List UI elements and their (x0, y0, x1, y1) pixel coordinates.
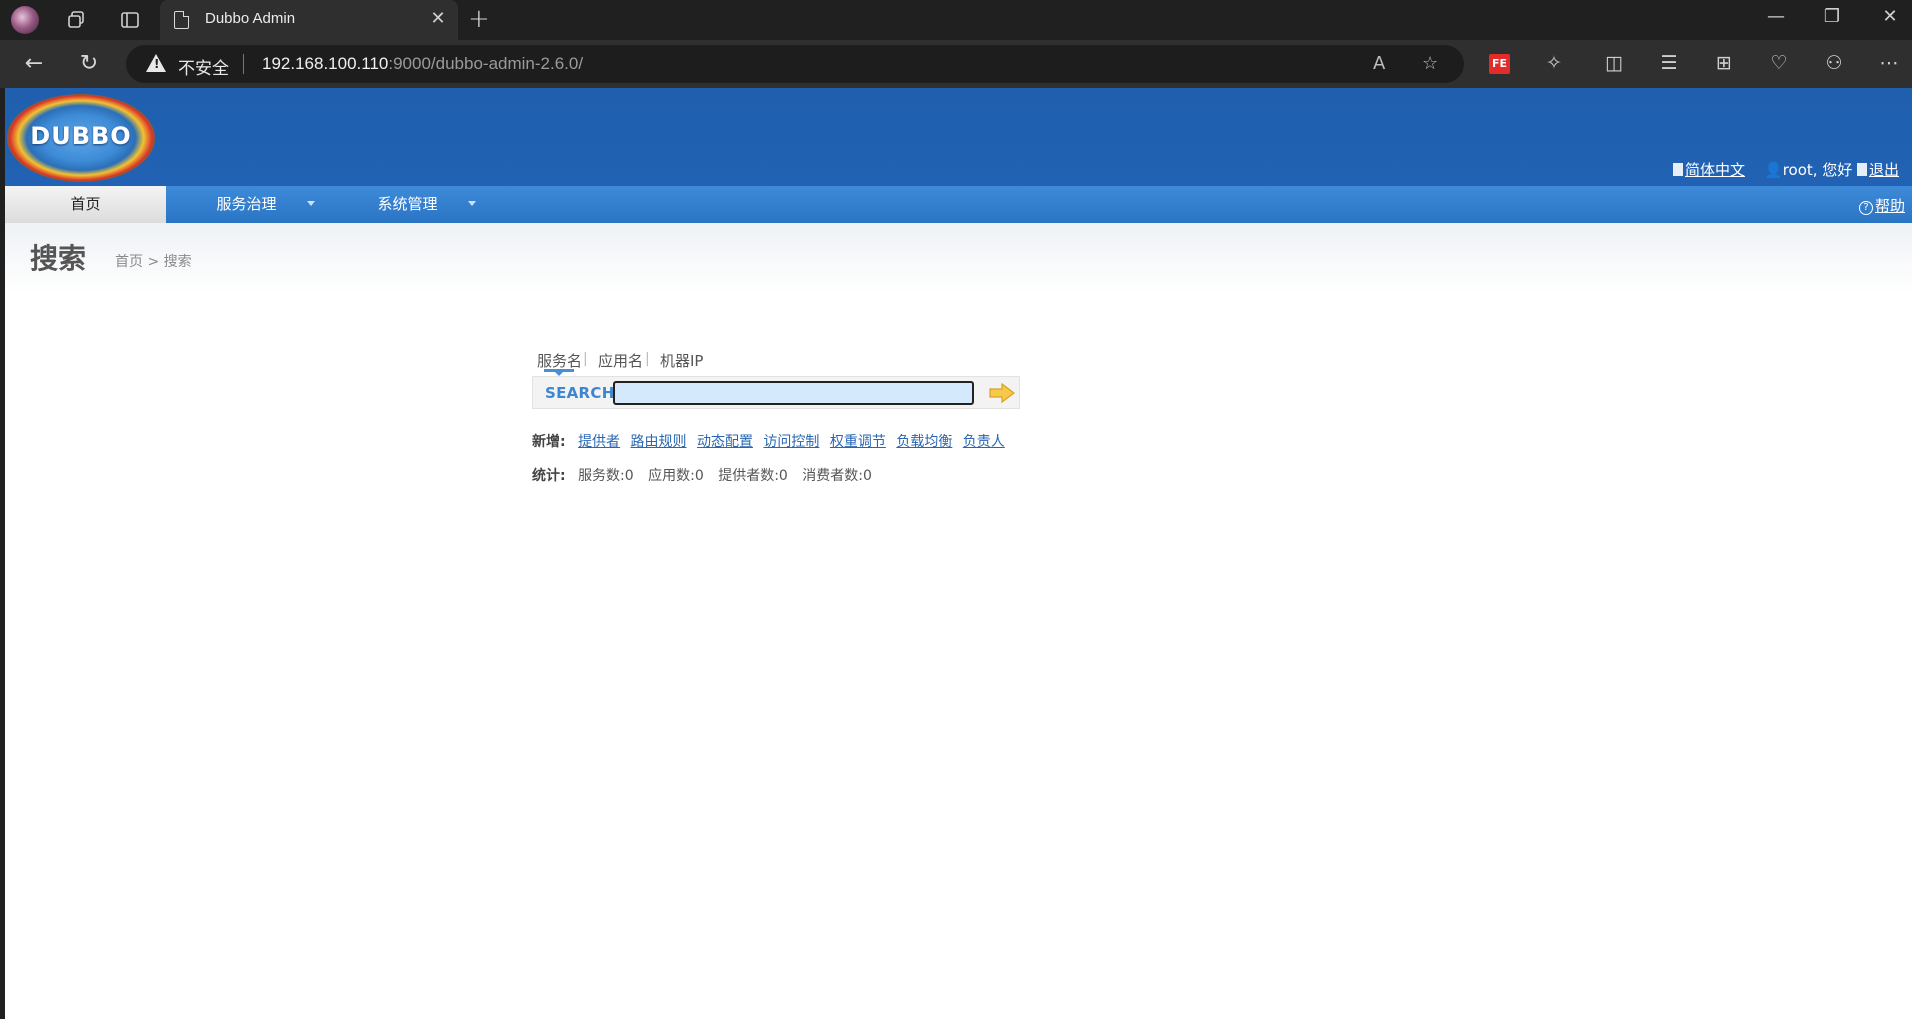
search-label: SEARCH (545, 384, 615, 402)
read-aloud-icon[interactable]: A (1373, 53, 1385, 74)
logout-icon (1857, 163, 1867, 176)
search-box: SEARCH (532, 376, 1020, 409)
help-icon: ? (1858, 201, 1873, 215)
stat-providers: 提供者数:0 (718, 468, 788, 484)
statistics: 统计: 服务数:0 应用数:0 提供者数:0 消费者数:0 (532, 465, 882, 485)
page-title: 搜索 (30, 242, 87, 275)
create-route-link[interactable]: 路由规则 (631, 434, 687, 450)
language-link[interactable]: 简体中文 (1685, 161, 1745, 179)
window-close-icon[interactable]: ✕ (1870, 6, 1910, 27)
tab-actions-icon[interactable] (118, 8, 142, 32)
profile-avatar[interactable] (11, 6, 39, 34)
create-loadbalance-link[interactable]: 负载均衡 (896, 434, 952, 450)
url-host: 192.168.100.110 (262, 54, 389, 73)
chevron-down-icon (468, 201, 476, 206)
browser-essentials-icon[interactable]: ♡ (1766, 50, 1792, 76)
create-links: 新增: 提供者 路由规则 动态配置 访问控制 权重调节 负载均衡 负责人 (532, 431, 1011, 451)
extensions-icon[interactable]: ✧ (1541, 50, 1567, 76)
help[interactable]: ? 帮助 (1858, 195, 1905, 216)
fe-extension-icon[interactable]: FE (1489, 54, 1510, 74)
create-provider-link[interactable]: 提供者 (578, 434, 620, 450)
main-menu: 首页 服务治理 系统管理 ? 帮助 (5, 186, 1912, 223)
more-menu-icon[interactable]: ⋯ (1876, 50, 1902, 76)
back-icon[interactable]: ← (22, 52, 46, 76)
address-separator (243, 54, 244, 74)
create-access-link[interactable]: 访问控制 (763, 434, 819, 450)
browser-tab-bar: Dubbo Admin ✕ + — ❐ ✕ (0, 0, 1912, 40)
new-tab-icon[interactable]: + (468, 4, 490, 34)
minimize-icon[interactable]: — (1756, 6, 1796, 27)
menu-service-governance[interactable]: 服务治理 (166, 186, 327, 223)
tab-title: Dubbo Admin (205, 10, 296, 27)
chevron-down-icon (307, 201, 315, 206)
search-input[interactable] (613, 381, 974, 405)
greeting-text: root, 您好 (1782, 161, 1853, 179)
page-title-bar: 搜索 首页 > 搜索 (5, 223, 1912, 293)
logo-text: DUBBO (30, 122, 132, 150)
dubbo-logo[interactable]: DUBBO (7, 94, 155, 182)
search-tab-machine-ip[interactable]: 机器IP (660, 350, 703, 371)
site-header: DUBBO 简体中文 👤root, 您好 退出 (5, 88, 1912, 186)
favorite-star-icon[interactable]: ☆ (1422, 53, 1438, 74)
help-link[interactable]: 帮助 (1875, 197, 1905, 215)
create-weight-link[interactable]: 权重调节 (830, 434, 886, 450)
split-screen-icon[interactable]: ◫ (1601, 50, 1627, 76)
tab-divider: | (583, 351, 588, 367)
menu-service-governance-label: 服务治理 (216, 195, 277, 213)
search-arrow-icon[interactable] (988, 382, 1016, 404)
page-favicon-icon (174, 11, 189, 29)
workspaces-icon[interactable] (64, 8, 88, 32)
user-icon: 👤 (1764, 161, 1783, 179)
document-icon (1673, 163, 1683, 176)
browser-tab-active[interactable]: Dubbo Admin ✕ (160, 0, 458, 40)
restore-icon[interactable]: ❐ (1812, 6, 1852, 27)
logout-link[interactable]: 退出 (1869, 161, 1899, 179)
stat-consumers: 消费者数:0 (802, 468, 872, 484)
logout[interactable]: 退出 (1857, 159, 1899, 180)
search-tab-service-name[interactable]: 服务名 (537, 350, 582, 371)
stat-services: 服务数:0 (578, 468, 634, 484)
web-page: DUBBO 简体中文 👤root, 您好 退出 首页 服务治理 系统管理 ? 帮助… (5, 88, 1912, 1019)
menu-system-management-label: 系统管理 (377, 195, 438, 213)
create-label: 新增: (532, 434, 566, 450)
stat-applications: 应用数:0 (648, 468, 704, 484)
reload-icon[interactable]: ↻ (77, 52, 101, 76)
warning-icon (146, 54, 166, 72)
favorites-icon[interactable]: ☰ (1656, 50, 1682, 76)
breadcrumb[interactable]: 首页 > 搜索 (115, 251, 192, 271)
user-greeting: 👤root, 您好 (1764, 159, 1852, 180)
insecure-label[interactable]: 不安全 (178, 54, 229, 79)
menu-system-management[interactable]: 系统管理 (327, 186, 488, 223)
tab-divider: | (645, 351, 650, 367)
menu-home[interactable]: 首页 (5, 186, 166, 223)
stats-label: 统计: (532, 468, 566, 484)
create-override-link[interactable]: 动态配置 (697, 434, 753, 450)
search-tab-app-name[interactable]: 应用名 (598, 350, 643, 371)
collections-icon[interactable]: ⊞ (1711, 50, 1737, 76)
close-tab-icon[interactable]: ✕ (428, 8, 448, 29)
address-bar[interactable]: 不安全 192.168.100.110:9000/dubbo-admin-2.6… (126, 45, 1464, 83)
url-path: :9000/dubbo-admin-2.6.0/ (388, 54, 584, 73)
language-switch[interactable]: 简体中文 (1673, 159, 1745, 180)
url-text[interactable]: 192.168.100.110:9000/dubbo-admin-2.6.0/ (262, 54, 583, 74)
copilot-icon[interactable]: ⚇ (1821, 50, 1847, 76)
browser-toolbar: ← ↻ 不安全 192.168.100.110:9000/dubbo-admin… (0, 40, 1912, 88)
create-owner-link[interactable]: 负责人 (963, 434, 1005, 450)
active-tab-indicator (544, 369, 574, 376)
